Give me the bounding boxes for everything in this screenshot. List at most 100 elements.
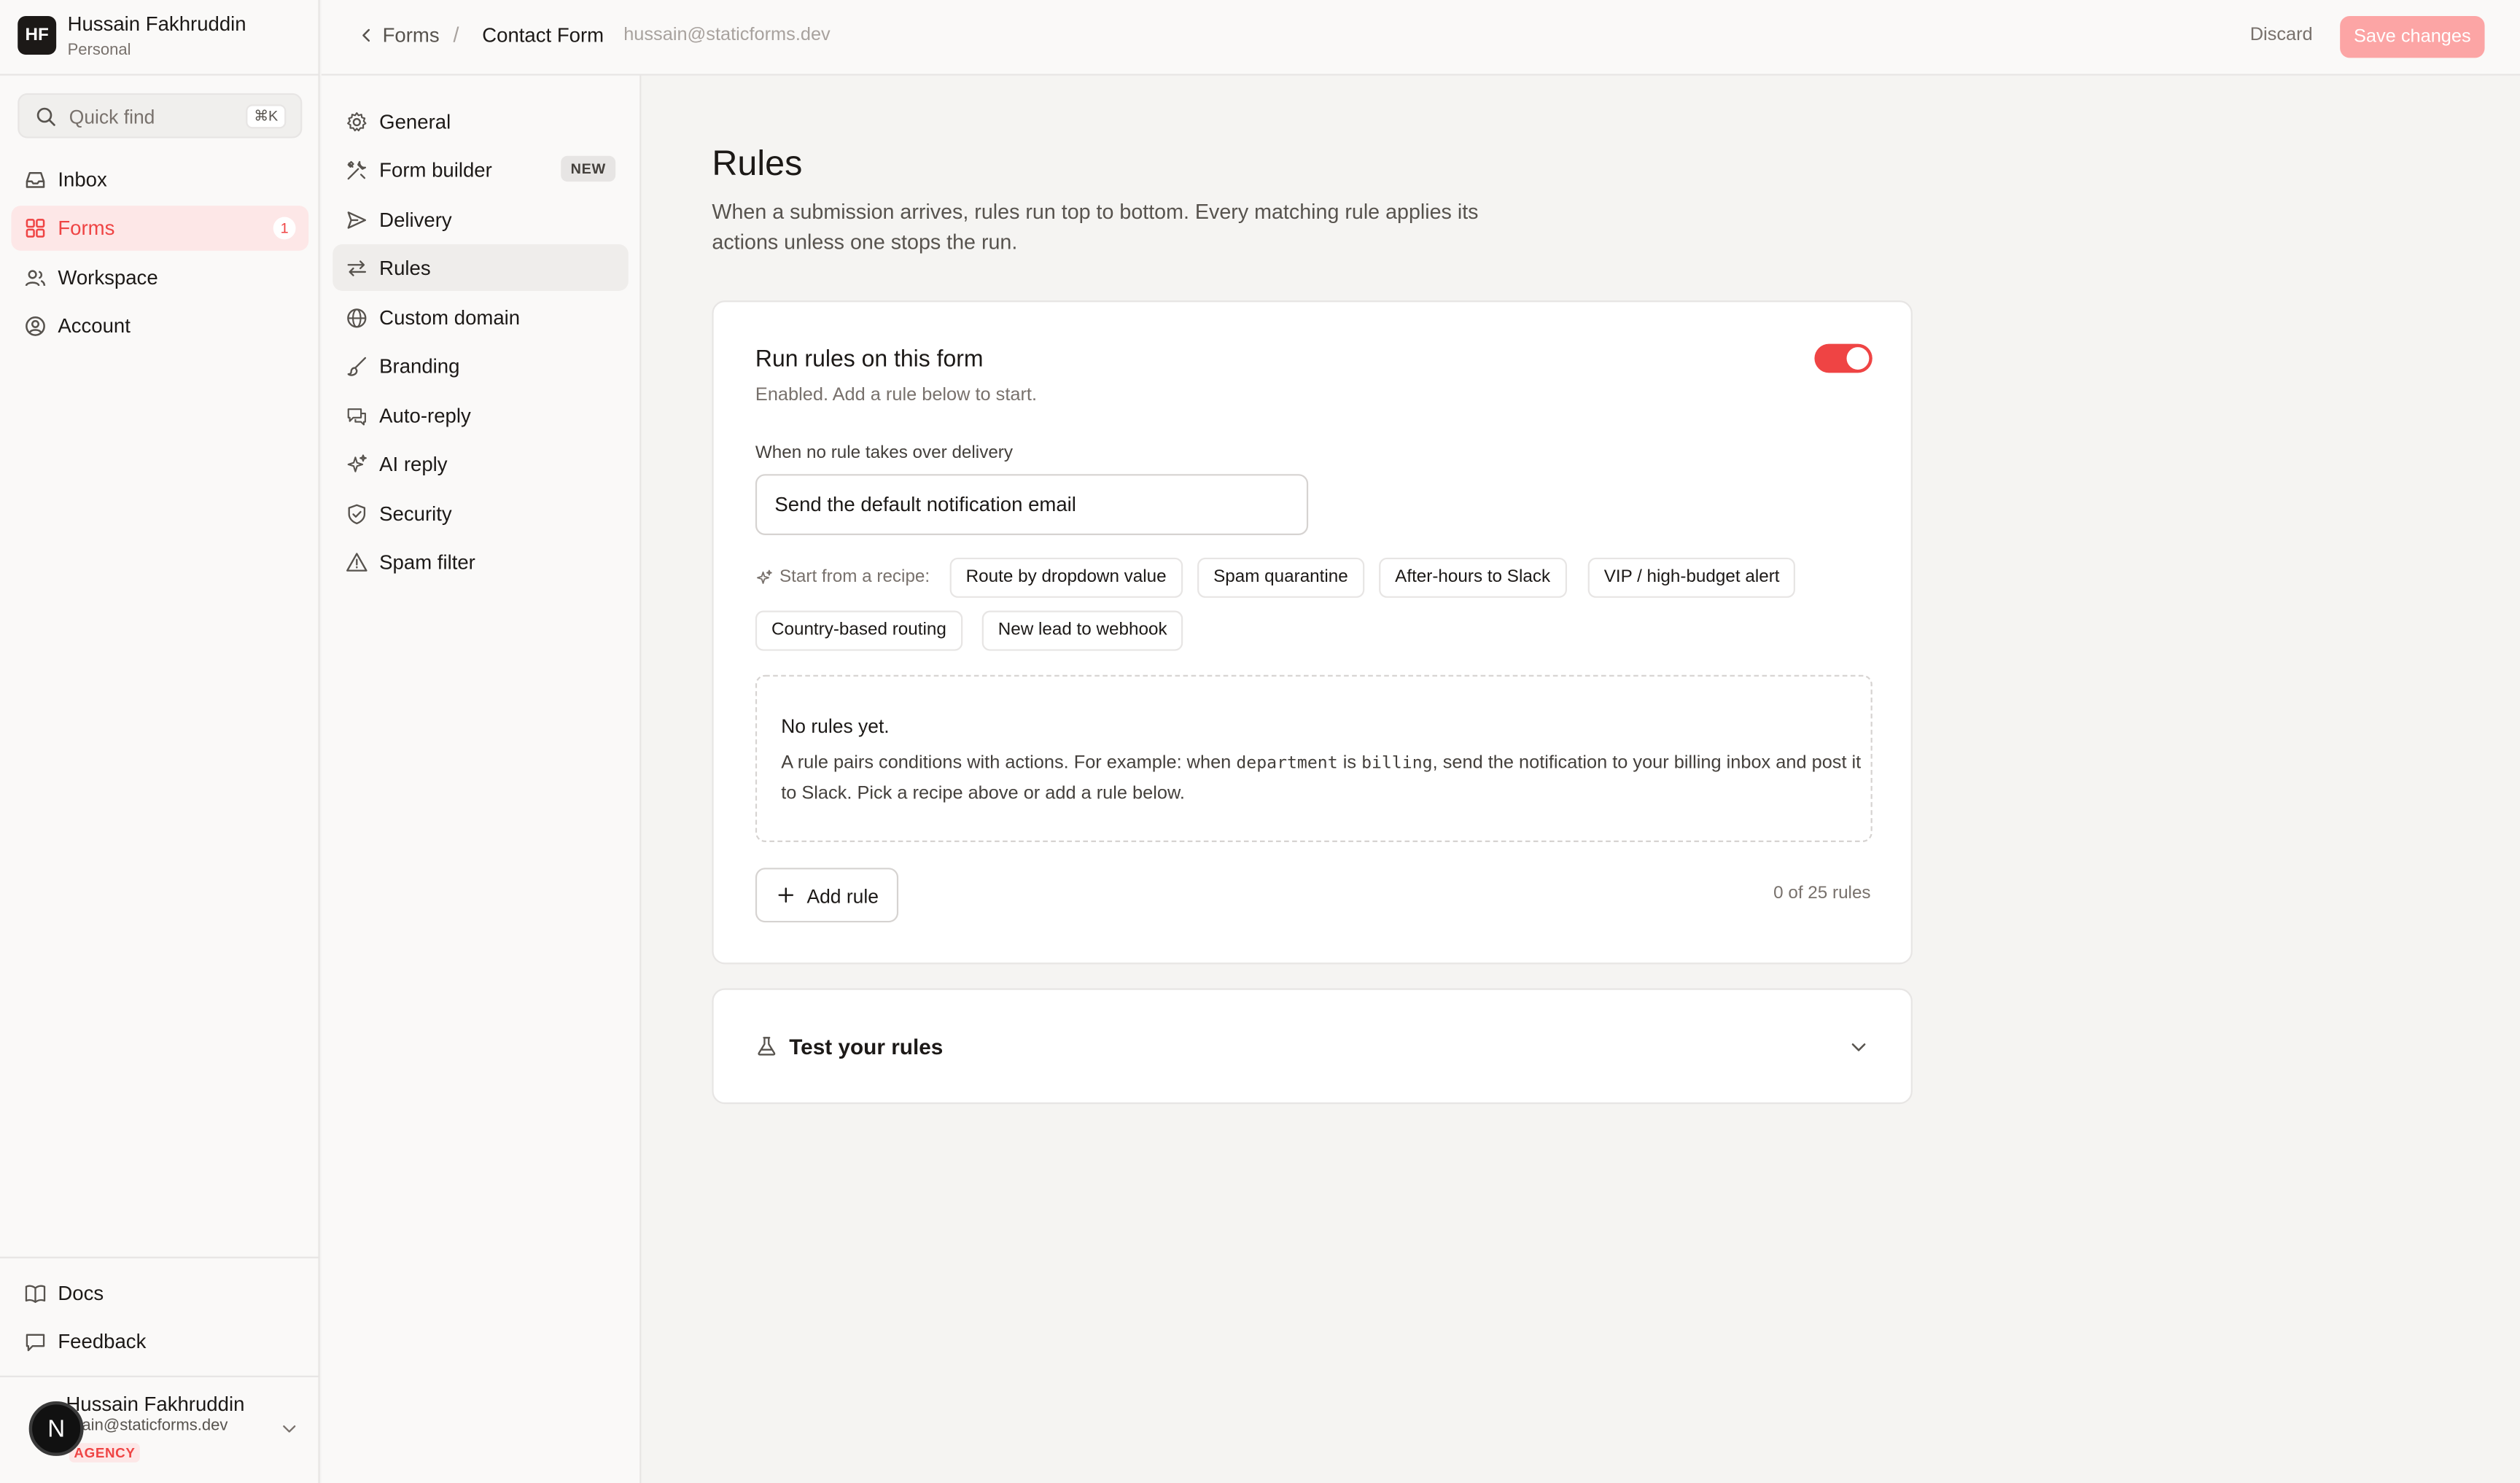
- nav-item-label: Inbox: [58, 168, 107, 192]
- inbox-icon: [24, 168, 47, 191]
- rules-count: 0 of 25 rules: [1773, 884, 1871, 903]
- toggle-knob: [1846, 347, 1870, 370]
- fallback-delivery-select[interactable]: Send the default notification email: [755, 474, 1309, 535]
- warning-icon: [346, 551, 368, 574]
- nav-item-account[interactable]: Account: [11, 304, 308, 349]
- nav-item-label: Forms: [58, 217, 115, 241]
- tab-custom-domain[interactable]: Custom domain: [332, 294, 629, 340]
- tab-label: Auto-reply: [379, 405, 471, 428]
- user-name: Hussain Fakhruddin: [66, 1393, 245, 1416]
- send-icon: [346, 209, 368, 232]
- breadcrumb-separator: /: [453, 22, 459, 47]
- new-badge: NEW: [561, 155, 616, 182]
- workspace-switcher[interactable]: HF Hussain Fakhruddin Personal: [0, 0, 320, 76]
- avatar[interactable]: N: [28, 1401, 84, 1456]
- tab-security[interactable]: Security: [332, 490, 629, 537]
- recipe-chip[interactable]: After-hours to Slack: [1379, 557, 1567, 598]
- brush-icon: [346, 355, 368, 378]
- nav-item-docs[interactable]: Docs: [11, 1271, 308, 1316]
- empty-rules-text: is: [1337, 753, 1362, 774]
- code-department: department: [1236, 753, 1338, 774]
- nav-item-label: Feedback: [58, 1330, 147, 1353]
- message-icon: [24, 1331, 47, 1353]
- rules-card-title: Run rules on this form: [755, 347, 984, 373]
- tab-form-builder[interactable]: Form builder NEW: [332, 147, 629, 193]
- grid-icon: [24, 217, 47, 240]
- breadcrumb-forms-link[interactable]: Forms: [383, 24, 440, 47]
- nav-item-label: Account: [58, 315, 131, 338]
- page-description: When a submission arrives, rules run top…: [712, 199, 1479, 254]
- tab-label: Spam filter: [379, 551, 475, 574]
- fallback-delivery-value: Send the default notification email: [774, 493, 1076, 516]
- form-settings-nav: General Form builder NEW Delivery Rules: [321, 75, 642, 1483]
- tab-label: AI reply: [379, 453, 448, 476]
- nav-item-feedback[interactable]: Feedback: [11, 1320, 308, 1365]
- tab-general[interactable]: General: [332, 98, 629, 144]
- tab-label: Custom domain: [379, 306, 521, 330]
- recipe-chip[interactable]: VIP / high-budget alert: [1587, 557, 1796, 598]
- form-email: hussain@staticforms.dev: [623, 26, 831, 45]
- tab-rules[interactable]: Rules: [332, 244, 629, 291]
- search-icon: [35, 106, 56, 127]
- user-circle-icon: [24, 315, 47, 338]
- tab-spam-filter[interactable]: Spam filter: [332, 538, 629, 585]
- rules-card-subtitle: Enabled. Add a rule below to start.: [755, 385, 1038, 405]
- quick-find-shortcut: ⌘K: [246, 104, 287, 129]
- nav-item-label: Docs: [58, 1282, 104, 1305]
- shield-icon: [346, 503, 368, 526]
- sparkle-icon: [755, 569, 773, 586]
- save-changes-button[interactable]: Save changes: [2340, 16, 2485, 58]
- workspace-name: Hussain Fakhruddin: [67, 12, 246, 36]
- main-content: Rules When a submission arrives, rules r…: [642, 75, 2520, 1483]
- workspace-plan: Personal: [67, 42, 131, 60]
- chevron-left-icon[interactable]: [357, 26, 376, 44]
- rules-card: Run rules on this form Enabled. Add a ru…: [712, 300, 1913, 965]
- tab-ai-reply[interactable]: AI reply: [332, 440, 629, 487]
- discard-button[interactable]: Discard: [2250, 26, 2313, 44]
- tab-auto-reply[interactable]: Auto-reply: [332, 392, 629, 439]
- run-rules-toggle[interactable]: [1814, 343, 1872, 373]
- fallback-label: When no rule takes over delivery: [755, 443, 1013, 463]
- tab-label: Delivery: [379, 209, 452, 232]
- code-billing: billing: [1361, 753, 1433, 774]
- recipe-chip[interactable]: New lead to webhook: [981, 610, 1183, 651]
- add-rule-label: Add rule: [806, 885, 879, 908]
- recipe-chip[interactable]: Spam quarantine: [1197, 557, 1364, 598]
- quick-find[interactable]: Quick find ⌘K: [18, 93, 303, 139]
- chevron-down-icon[interactable]: [1848, 1037, 1870, 1058]
- empty-rules-state: No rules yet. A rule pairs conditions wi…: [755, 674, 1872, 842]
- globe-icon: [346, 307, 368, 330]
- test-rules-card[interactable]: Test your rules: [712, 988, 1913, 1105]
- chat-icon: [346, 405, 368, 427]
- chevron-down-icon[interactable]: [280, 1419, 299, 1438]
- tab-label: General: [379, 111, 451, 133]
- add-rule-button[interactable]: Add rule: [755, 868, 899, 923]
- nav-item-inbox[interactable]: Inbox: [11, 157, 308, 203]
- recipe-chip[interactable]: Country-based routing: [755, 610, 962, 651]
- tab-label: Security: [379, 502, 452, 526]
- tab-delivery[interactable]: Delivery: [332, 196, 629, 243]
- plan-badge: AGENCY: [69, 1443, 141, 1463]
- forms-count-badge: 1: [273, 217, 296, 241]
- gear-icon: [346, 111, 368, 133]
- quick-find-label: Quick find: [69, 106, 155, 129]
- empty-rules-body: A rule pairs conditions with actions. Fo…: [781, 749, 1861, 810]
- flask-icon: [755, 1035, 778, 1057]
- empty-rules-text: A rule pairs conditions with actions. Fo…: [781, 753, 1237, 774]
- empty-rules-title: No rules yet.: [781, 715, 890, 738]
- nav-item-forms[interactable]: Forms 1: [11, 206, 309, 252]
- user-email: ssain@staticforms.dev: [66, 1417, 228, 1436]
- plus-icon: [777, 885, 796, 904]
- recipe-chip[interactable]: Route by dropdown value: [949, 557, 1183, 598]
- recipe-prompt-label: Start from a recipe:: [779, 567, 930, 587]
- tools-icon: [346, 159, 368, 182]
- tab-label: Rules: [379, 257, 431, 280]
- workspace-avatar: HF: [18, 16, 57, 55]
- nav-item-workspace[interactable]: Workspace: [11, 255, 308, 300]
- sidebar: HF Hussain Fakhruddin Personal Quick fin…: [0, 0, 320, 1483]
- tab-label: Form builder: [379, 159, 492, 182]
- sidebar-footer-links: Docs Feedback: [0, 1256, 320, 1376]
- tab-branding[interactable]: Branding: [332, 342, 629, 389]
- tab-label: Branding: [379, 355, 460, 378]
- main-nav: Inbox Forms 1 Workspace Account: [11, 157, 309, 353]
